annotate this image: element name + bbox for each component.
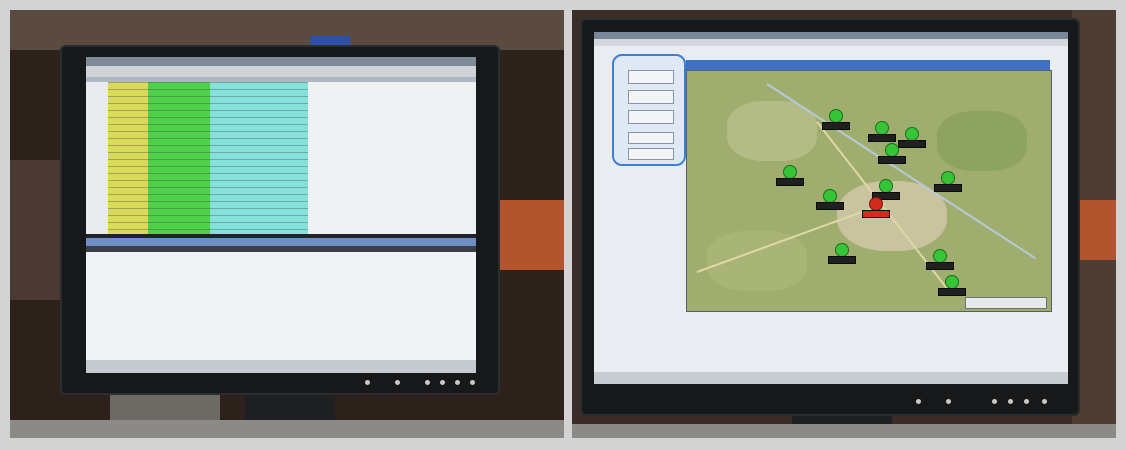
window-titlebar	[594, 32, 1068, 39]
monitor-button	[946, 399, 951, 404]
monitor-button	[365, 380, 370, 385]
monitor-bezel	[580, 18, 1080, 416]
desk-surface	[10, 420, 564, 438]
map-land-area	[937, 111, 1027, 171]
map-marker-label	[776, 178, 804, 186]
monitor-screen	[594, 32, 1068, 384]
table-row[interactable]	[108, 159, 308, 160]
map-marker[interactable]	[933, 249, 947, 263]
table-row[interactable]	[108, 229, 308, 230]
window-titlebar	[86, 57, 476, 66]
monitor-power-button	[470, 380, 475, 385]
map-scale-legend	[965, 297, 1047, 309]
monitor-button	[425, 380, 430, 385]
map-marker-label	[822, 122, 850, 130]
map-marker[interactable]	[879, 179, 893, 193]
table-row[interactable]	[108, 173, 308, 174]
map-marker-label	[862, 210, 890, 218]
monitor-button	[440, 380, 445, 385]
desk-object	[110, 395, 220, 423]
map-marker[interactable]	[905, 127, 919, 141]
map-marker-label	[898, 140, 926, 148]
map-marker[interactable]	[783, 165, 797, 179]
map-marker[interactable]	[875, 121, 889, 135]
map-marker-label	[828, 256, 856, 264]
table-row[interactable]	[108, 138, 308, 139]
table-row[interactable]	[108, 131, 308, 132]
table-column-cyan	[210, 82, 308, 234]
monitor-button	[916, 399, 921, 404]
background-red-surface	[1077, 200, 1116, 260]
background-red-surface	[490, 200, 564, 270]
control-button[interactable]	[628, 110, 674, 124]
status-bar	[86, 360, 476, 373]
table-row[interactable]	[108, 201, 308, 202]
monitor-button	[1008, 399, 1013, 404]
table-row[interactable]	[108, 96, 308, 97]
map-marker-label	[934, 184, 962, 192]
table-row[interactable]	[108, 222, 308, 223]
control-button[interactable]	[628, 90, 674, 104]
table-row[interactable]	[108, 124, 308, 125]
map-marker-label	[878, 156, 906, 164]
monitor-button	[1024, 399, 1029, 404]
table-row[interactable]	[108, 194, 308, 195]
table-row[interactable]	[108, 166, 308, 167]
map-marker-label	[816, 202, 844, 210]
table-row[interactable]	[108, 89, 308, 90]
control-button[interactable]	[628, 148, 674, 160]
map-marker[interactable]	[941, 171, 955, 185]
control-button[interactable]	[628, 70, 674, 84]
monitor-button	[455, 380, 460, 385]
control-dropdown[interactable]	[628, 132, 674, 144]
map-window-titlebar	[686, 60, 1050, 70]
map-marker-label	[868, 134, 896, 142]
lower-pane-content	[86, 252, 476, 360]
map-marker[interactable]	[869, 197, 883, 211]
map-marker-label	[938, 288, 966, 296]
map-marker[interactable]	[945, 275, 959, 289]
table-row[interactable]	[108, 180, 308, 181]
taskbar	[594, 372, 1068, 384]
table-row[interactable]	[108, 208, 308, 209]
table-row[interactable]	[108, 103, 308, 104]
background-wall	[10, 10, 564, 50]
toolbar	[86, 66, 476, 77]
table-column-yellow	[108, 82, 148, 234]
monitor-button	[395, 380, 400, 385]
monitor-bezel	[60, 45, 500, 395]
table-row[interactable]	[108, 145, 308, 146]
map-marker[interactable]	[823, 189, 837, 203]
table-row[interactable]	[108, 110, 308, 111]
menu-bar	[594, 39, 1068, 46]
table-row[interactable]	[108, 117, 308, 118]
table-row[interactable]	[108, 82, 308, 83]
table-column-green	[148, 82, 210, 234]
monitor-power-button	[1042, 399, 1047, 404]
lower-pane-titlebar	[86, 238, 476, 246]
map-canvas[interactable]	[686, 70, 1052, 312]
table-row[interactable]	[108, 152, 308, 153]
map-marker[interactable]	[885, 143, 899, 157]
map-marker[interactable]	[835, 243, 849, 257]
map-land-area	[727, 101, 817, 161]
photo-left-monitor	[10, 10, 564, 438]
monitor-screen	[86, 57, 476, 373]
map-marker-label	[926, 262, 954, 270]
table-row[interactable]	[108, 187, 308, 188]
map-marker[interactable]	[829, 109, 843, 123]
desk-surface	[572, 424, 1116, 438]
table-row[interactable]	[108, 215, 308, 216]
photo-right-monitor	[572, 10, 1116, 438]
monitor-button	[992, 399, 997, 404]
table-empty-area	[308, 82, 476, 234]
